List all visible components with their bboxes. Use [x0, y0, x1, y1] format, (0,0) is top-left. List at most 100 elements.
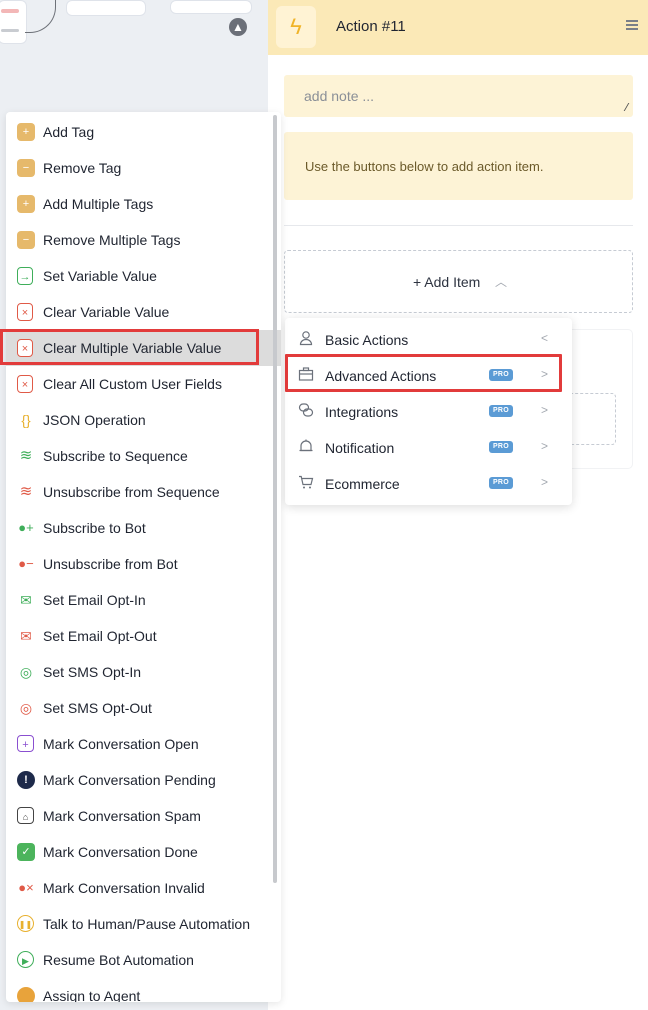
connector-line [25, 0, 56, 33]
menu-item-label: Mark Conversation Spam [43, 808, 201, 824]
menu-item-label: Set Email Opt-In [43, 592, 146, 608]
menu-item-add-multiple-tags[interactable]: + Add Multiple Tags [6, 186, 281, 222]
menu-item-label: JSON Operation [43, 412, 146, 428]
mail-plus-icon: ✉ [17, 591, 35, 609]
user-x-icon: ●× [17, 879, 35, 897]
highlight-box-advanced-actions [285, 354, 562, 392]
user-minus-icon: ●− [17, 555, 35, 573]
menu-item-label: Set Variable Value [43, 268, 157, 284]
menu-item-mark-conversation-open[interactable]: + Mark Conversation Open [6, 726, 281, 762]
menu-item-mark-conversation-invalid[interactable]: ●× Mark Conversation Invalid [6, 870, 281, 906]
resize-handle-icon[interactable] [615, 103, 630, 111]
menu-item-label: Mark Conversation Pending [43, 772, 216, 788]
menu-item-label: Assign to Agent [43, 988, 141, 1002]
menu-item-label: Unsubscribe from Bot [43, 556, 178, 572]
menu-item-set-variable-value[interactable]: → Set Variable Value [6, 258, 281, 294]
menu-item-label: Remove Multiple Tags [43, 232, 181, 248]
menu-item-mark-conversation-spam[interactable]: ⌂ Mark Conversation Spam [6, 798, 281, 834]
menu-item-add-tag[interactable]: + Add Tag [6, 114, 281, 150]
menu-item-label: Set SMS Opt-Out [43, 700, 152, 716]
menu-item-label: Mark Conversation Done [43, 844, 198, 860]
dropdown-item-label: Ecommerce [325, 476, 400, 492]
menu-item-talk-to-human[interactable]: ❚❚ Talk to Human/Pause Automation [6, 906, 281, 942]
tags-remove-icon: − [17, 231, 35, 249]
advanced-actions-menu: + Add Tag − Remove Tag + Add Multiple Ta… [6, 112, 281, 1002]
add-item-label: + Add Item [413, 274, 481, 290]
pro-badge: PRO [489, 405, 513, 417]
braces-icon: {} [17, 411, 35, 429]
menu-item-assign-to-agent[interactable]: Assign to Agent [6, 978, 281, 1002]
mail-minus-icon: ✉ [17, 627, 35, 645]
menu-item-subscribe-to-bot[interactable]: ●+ Subscribe to Bot [6, 510, 281, 546]
chat-check-icon: ✓ [17, 843, 35, 861]
menu-item-clear-variable-value[interactable]: × Clear Variable Value [6, 294, 281, 330]
cart-icon [298, 474, 314, 490]
exclamation-icon: ! [17, 771, 35, 789]
link-chain-icon [298, 402, 314, 418]
menu-item-resume-bot-automation[interactable]: ▶ Resume Bot Automation [6, 942, 281, 978]
chevron-right-icon: > [541, 475, 549, 489]
dropdown-item-basic-actions[interactable]: Basic Actions < [285, 321, 572, 357]
action-panel: ϟ Action #11 add note ... Use the button… [268, 0, 648, 1010]
menu-item-label: Mark Conversation Invalid [43, 880, 205, 896]
menu-item-mark-conversation-done[interactable]: ✓ Mark Conversation Done [6, 834, 281, 870]
chat-plus-icon: + [17, 735, 34, 752]
layers-minus-icon: ≋ [17, 483, 35, 501]
menu-item-set-sms-opt-in[interactable]: ◎ Set SMS Opt-In [6, 654, 281, 690]
menu-item-label: Set Email Opt-Out [43, 628, 157, 644]
menu-item-label: Subscribe to Bot [43, 520, 146, 536]
user-outline-icon [298, 330, 314, 346]
doc-arrow-icon: → [17, 267, 33, 285]
tag-remove-icon: − [17, 159, 35, 177]
chevron-right-icon: > [541, 403, 549, 417]
note-placeholder: add note ... [304, 88, 375, 104]
play-circle-icon: ▶ [17, 951, 34, 968]
bolt-icon: ϟ [276, 6, 316, 48]
menu-item-set-email-opt-in[interactable]: ✉ Set Email Opt-In [6, 582, 281, 618]
add-item-dropdown: Basic Actions < Advanced Actions PRO > I… [285, 318, 572, 505]
menu-item-remove-multiple-tags[interactable]: − Remove Multiple Tags [6, 222, 281, 258]
hamburger-menu-icon[interactable] [626, 20, 638, 30]
menu-item-set-email-opt-out[interactable]: ✉ Set Email Opt-Out [6, 618, 281, 654]
user-plus-icon: ●+ [17, 519, 35, 537]
note-input[interactable]: add note ... [284, 75, 633, 117]
action-header: ϟ Action #11 [268, 0, 648, 55]
flow-node-fragment[interactable] [66, 0, 146, 16]
pro-badge: PRO [489, 477, 513, 489]
chevron-up-icon: ︿ [495, 275, 508, 289]
chevron-left-icon: < [541, 331, 549, 345]
bell-icon [298, 438, 314, 454]
flow-node-fragment[interactable] [170, 0, 252, 14]
menu-item-unsubscribe-from-bot[interactable]: ●− Unsubscribe from Bot [6, 546, 281, 582]
menu-item-set-sms-opt-out[interactable]: ◎ Set SMS Opt-Out [6, 690, 281, 726]
arrow-up-circle-icon[interactable]: ▲ [229, 18, 247, 36]
tag-add-icon: + [17, 123, 35, 141]
menu-item-mark-conversation-pending[interactable]: ! Mark Conversation Pending [6, 762, 281, 798]
menu-item-label: Talk to Human/Pause Automation [43, 916, 251, 932]
chevron-right-icon: > [541, 439, 549, 453]
dropdown-item-ecommerce[interactable]: Ecommerce PRO > [285, 465, 572, 501]
flow-node-fragment[interactable] [0, 0, 27, 44]
pro-badge: PRO [489, 441, 513, 453]
menu-item-clear-all-custom-user-fields[interactable]: × Clear All Custom User Fields [6, 366, 281, 402]
menu-item-unsubscribe-from-sequence[interactable]: ≋ Unsubscribe from Sequence [6, 474, 281, 510]
menu-item-label: Remove Tag [43, 160, 122, 176]
menu-item-label: Clear All Custom User Fields [43, 376, 222, 392]
menu-item-json-operation[interactable]: {} JSON Operation [6, 402, 281, 438]
menu-item-label: Mark Conversation Open [43, 736, 199, 752]
dropdown-item-notification[interactable]: Notification PRO > [285, 429, 572, 465]
dropdown-item-label: Notification [325, 440, 395, 456]
sms-plus-icon: ◎ [17, 663, 35, 681]
dropdown-item-integrations[interactable]: Integrations PRO > [285, 393, 572, 429]
menu-scrollbar[interactable] [273, 115, 277, 883]
pause-circle-icon: ❚❚ [17, 915, 34, 932]
menu-item-label: Unsubscribe from Sequence [43, 484, 220, 500]
add-item-button[interactable]: + Add Item ︿ [284, 250, 633, 313]
menu-item-label: Subscribe to Sequence [43, 448, 188, 464]
menu-item-remove-tag[interactable]: − Remove Tag [6, 150, 281, 186]
dropdown-item-label: Basic Actions [325, 332, 409, 348]
menu-item-label: Clear Variable Value [43, 304, 170, 320]
info-box: Use the buttons below to add action item… [284, 132, 633, 200]
menu-item-label: Add Tag [43, 124, 95, 140]
menu-item-subscribe-to-sequence[interactable]: ≋ Subscribe to Sequence [6, 438, 281, 474]
